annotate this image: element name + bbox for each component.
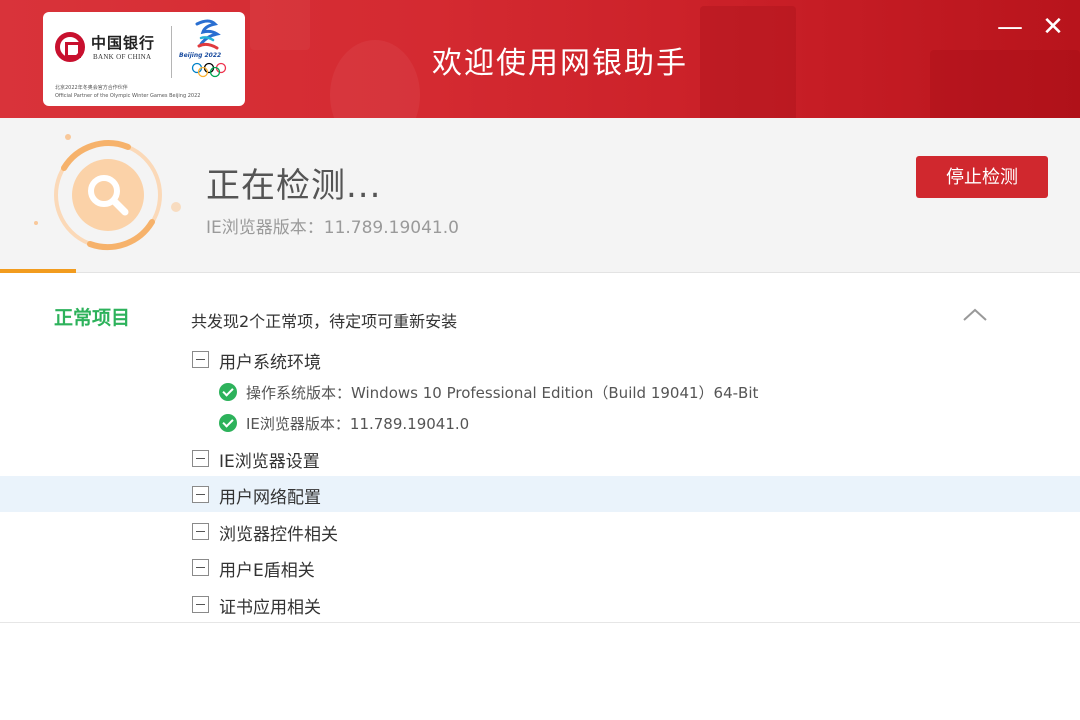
scan-status-title: 正在检测... [206,166,382,206]
background-decoration [930,50,1080,118]
tree-group-usb-key[interactable]: 用户E盾相关 [0,549,1080,585]
scan-progress-graphic [34,134,181,251]
results-summary: 共发现2个正常项，待定项可重新安装 [191,312,458,331]
beijing-2022-emblem-icon [195,19,221,50]
collapse-toggle-icon[interactable] [192,450,209,467]
tree-group-label: IE浏览器设置 [219,452,320,472]
bank-name-en: BANK OF CHINA [93,53,152,61]
olympic-rings-icon [191,62,227,78]
bank-name-cn: 中国银行 [91,34,156,52]
tree-group-label: 用户E盾相关 [219,561,315,581]
tree-group-ie-settings[interactable]: IE浏览器设置 [0,440,1080,476]
tree-group-browser-controls[interactable]: 浏览器控件相关 [0,513,1080,549]
beijing-2022-wordmark: Beijing 2022 [179,52,222,59]
collapse-toggle-icon[interactable] [192,486,209,503]
close-button[interactable]: ✕ [1038,12,1068,42]
partner-text-en: Official Partner of the Olympic Winter G… [55,93,201,99]
tree-group-certificates[interactable]: 证书应用相关 [0,586,1080,622]
title-bar[interactable]: 中国银行 BANK OF CHINA Beijing 2022 北京2022年冬… [0,0,1080,118]
app-title: 欢迎使用网银助手 [432,46,688,81]
tree-group-network-config[interactable]: 用户网络配置 [0,476,1080,512]
results-section: 正常项目 共发现2个正常项，待定项可重新安装 用户系统环境 操作系统版本：Win… [0,273,1080,623]
stop-scan-button[interactable]: 停止检测 [916,156,1048,198]
category-normal-items: 正常项目 [54,307,131,329]
partner-text-cn: 北京2022年冬奥会官方合作伙伴 [55,85,128,91]
tree-item-os-version: 操作系统版本：Windows 10 Professional Edition（B… [0,377,1080,407]
tree-group-label: 用户网络配置 [219,488,321,508]
bank-of-china-emblem-icon [55,32,85,62]
chevron-up-icon[interactable] [960,303,990,327]
background-decoration [250,0,310,50]
tree-item-ie-version: IE浏览器版本：11.789.19041.0 [0,408,1080,438]
logo-divider [171,26,172,78]
tree-group-label: 浏览器控件相关 [219,525,338,545]
tree-item-label: 操作系统版本：Windows 10 Professional Edition（B… [246,384,759,402]
brand-logo: 中国银行 BANK OF CHINA Beijing 2022 北京2022年冬… [43,12,245,106]
collapse-toggle-icon[interactable] [192,596,209,613]
tree-item-label: IE浏览器版本：11.789.19041.0 [246,415,470,433]
collapse-toggle-icon[interactable] [192,559,209,576]
collapse-toggle-icon[interactable] [192,523,209,540]
minimize-button[interactable]: — [995,12,1025,42]
check-circle-icon [219,414,237,432]
tree-group-user-system-environment[interactable]: 用户系统环境 [0,341,1080,377]
check-circle-icon [219,383,237,401]
tree-group-label: 用户系统环境 [219,353,321,373]
scan-status-detail: IE浏览器版本：11.789.19041.0 [206,218,459,238]
collapse-toggle-icon[interactable] [192,351,209,368]
tree-group-label: 证书应用相关 [219,598,321,618]
scan-status-panel: 正在检测... IE浏览器版本：11.789.19041.0 停止检测 [0,118,1080,273]
